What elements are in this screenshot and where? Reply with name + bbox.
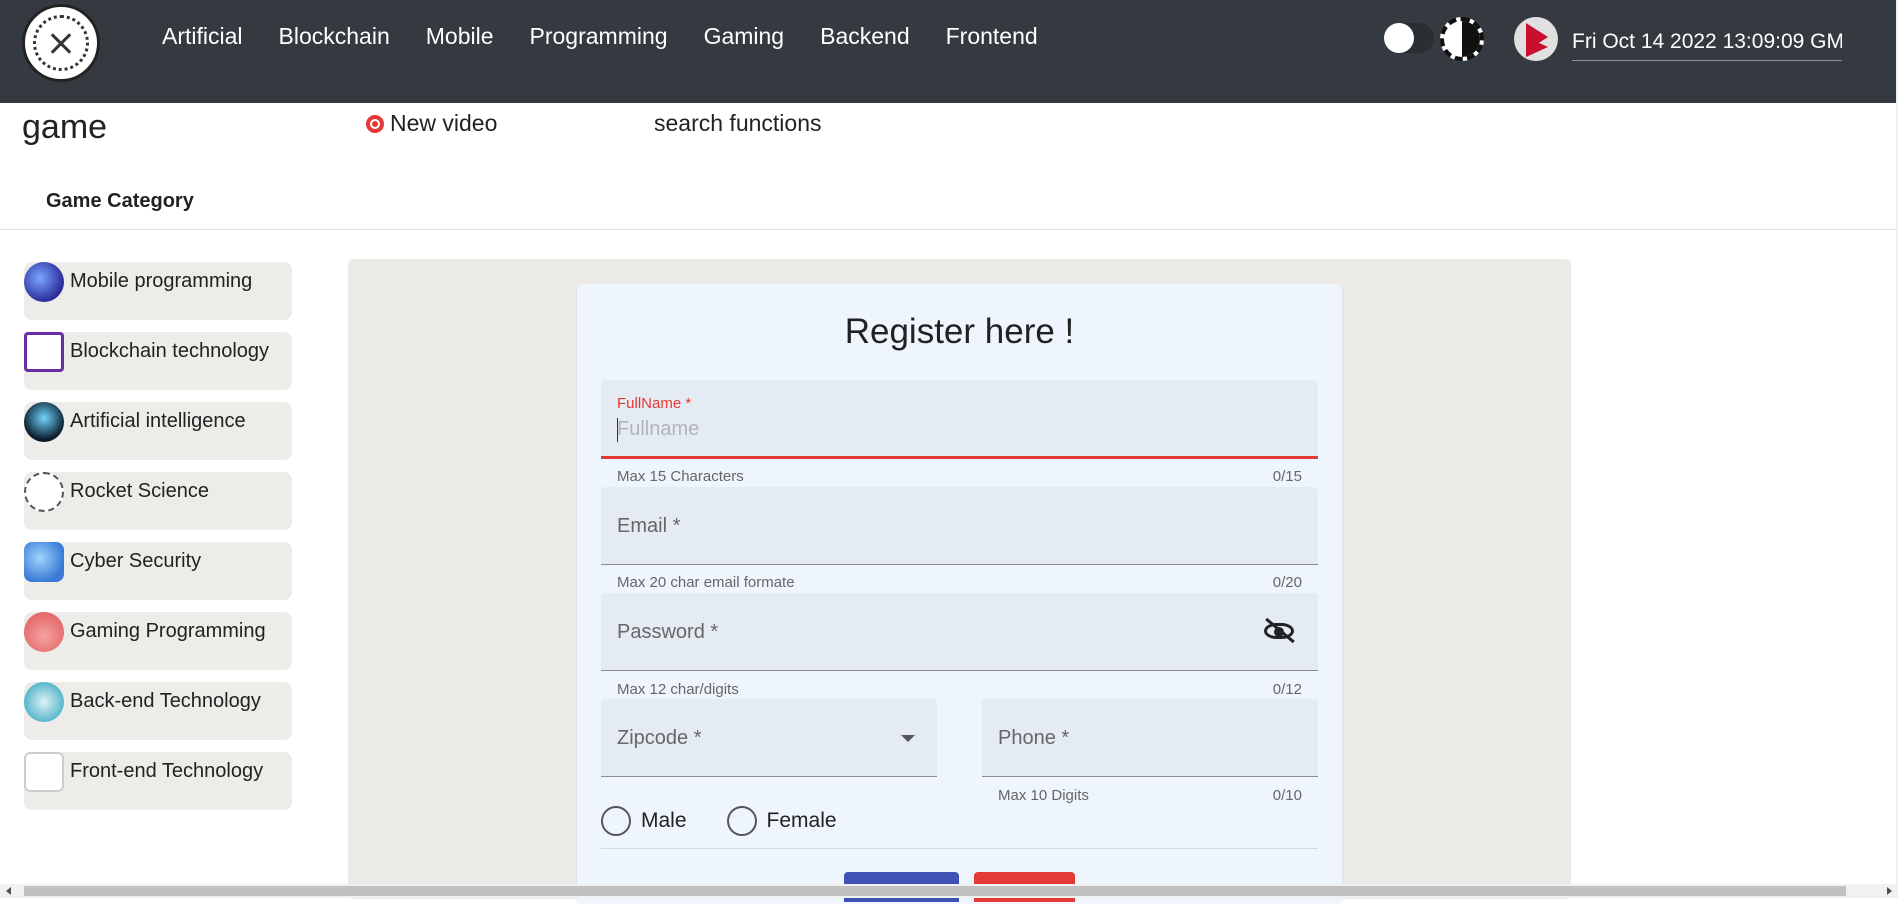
female-label: Female xyxy=(766,809,837,832)
sidebar-item-label: Front-end Technology xyxy=(70,760,264,782)
video-icon xyxy=(366,114,384,133)
new-video-link[interactable]: New video xyxy=(366,110,497,137)
contrast-icon[interactable] xyxy=(1440,17,1484,61)
main-nav: Artificial Blockchain Mobile Programming… xyxy=(162,23,1038,50)
frontend-icon xyxy=(24,752,64,792)
password-counter: 0/12 xyxy=(1272,681,1302,698)
theme-toggle[interactable] xyxy=(1384,23,1434,53)
nav-programming[interactable]: Programming xyxy=(530,23,668,50)
sidebar-item-mobile-programming[interactable]: Mobile programming xyxy=(24,262,292,320)
sidebar-item-frontend[interactable]: Front-end Technology xyxy=(24,752,292,810)
form-divider xyxy=(601,848,1318,849)
chevron-down-icon xyxy=(901,735,915,742)
sidebar-item-label: Mobile programming xyxy=(70,270,253,292)
sidebar-item-blockchain[interactable]: Blockchain technology xyxy=(24,332,292,390)
gender-radio-group: Male Female xyxy=(601,806,867,836)
search-functions-link[interactable]: search functions xyxy=(654,110,821,137)
scrollbar-thumb[interactable] xyxy=(24,886,1846,896)
nav-artificial[interactable]: Artificial xyxy=(162,23,243,50)
sidebar-item-label: Gaming Programming xyxy=(70,620,266,642)
datetime-display: Fri Oct 14 2022 13:09:09 GMT xyxy=(1572,30,1842,61)
email-field[interactable]: Email * xyxy=(601,487,1318,565)
phone-counter: 0/10 xyxy=(1272,787,1302,804)
nav-gaming[interactable]: Gaming xyxy=(704,23,785,50)
blockchain-icon xyxy=(24,332,64,372)
category-sidebar: Mobile programming Blockchain technology… xyxy=(24,262,292,822)
fullname-counter: 0/15 xyxy=(1272,468,1302,485)
password-field[interactable]: Password * xyxy=(601,593,1318,671)
sidebar-item-label: Rocket Science xyxy=(70,480,209,502)
nav-backend[interactable]: Backend xyxy=(820,23,910,50)
fullname-hint: Max 15 Characters xyxy=(617,468,744,485)
backend-icon xyxy=(24,682,64,722)
sidebar-item-cyber-security[interactable]: Cyber Security xyxy=(24,542,292,600)
logo-emblem-icon xyxy=(33,15,89,71)
toggle-knob xyxy=(1384,23,1414,53)
male-radio[interactable] xyxy=(601,806,631,836)
sidebar-item-gaming-programming[interactable]: Gaming Programming xyxy=(24,612,292,670)
nepal-flag-icon[interactable] xyxy=(1514,17,1558,61)
ai-icon xyxy=(24,402,64,442)
text-caret xyxy=(617,418,618,442)
phone-label: Phone * xyxy=(998,727,1070,749)
horizontal-scrollbar[interactable] xyxy=(0,884,1898,898)
register-title: Register here ! xyxy=(844,312,1075,351)
phone-field[interactable]: Phone * xyxy=(982,699,1318,777)
sidebar-item-rocket-science[interactable]: Rocket Science xyxy=(24,472,292,530)
sidebar-item-label: Blockchain technology xyxy=(70,340,270,362)
email-counter: 0/20 xyxy=(1272,574,1302,591)
fullname-label: FullName * xyxy=(617,395,692,412)
fullname-field[interactable]: FullName * xyxy=(601,380,1318,459)
sidebar-item-ai[interactable]: Artificial intelligence xyxy=(24,402,292,460)
zipcode-label: Zipcode * xyxy=(617,727,702,749)
phone-hint: Max 10 Digits xyxy=(998,787,1089,804)
sidebar-item-label: Cyber Security xyxy=(70,550,202,572)
new-video-label: New video xyxy=(390,110,498,136)
mobile-programming-icon xyxy=(24,262,64,302)
nav-frontend[interactable]: Frontend xyxy=(946,23,1038,50)
sidebar-item-label: Back-end Technology xyxy=(70,690,261,712)
password-hint: Max 12 char/digits xyxy=(617,681,739,698)
nav-blockchain[interactable]: Blockchain xyxy=(279,23,390,50)
email-hint: Max 20 char email formate xyxy=(617,574,795,591)
eye-off-icon[interactable] xyxy=(1264,617,1295,644)
fullname-input[interactable] xyxy=(617,418,1197,441)
female-radio[interactable] xyxy=(726,806,757,836)
rocket-icon xyxy=(24,472,64,512)
scroll-right-icon[interactable] xyxy=(1887,887,1892,895)
site-logo[interactable] xyxy=(22,4,100,82)
nav-mobile[interactable]: Mobile xyxy=(426,23,494,50)
password-label: Password * xyxy=(617,621,719,643)
email-label: Email * xyxy=(617,515,681,537)
zipcode-select[interactable]: Zipcode * xyxy=(601,699,937,777)
gamepad-icon xyxy=(24,612,64,652)
sidebar-item-backend[interactable]: Back-end Technology xyxy=(24,682,292,740)
male-label: Male xyxy=(641,809,687,832)
top-navbar: Artificial Blockchain Mobile Programming… xyxy=(0,0,1898,103)
scroll-left-icon[interactable] xyxy=(6,887,11,895)
cyber-security-icon xyxy=(24,542,64,582)
section-divider xyxy=(0,229,1898,230)
sidebar-item-label: Artificial intelligence xyxy=(70,410,246,432)
page-title: game xyxy=(22,108,108,146)
game-category-heading: Game Category xyxy=(46,190,194,212)
